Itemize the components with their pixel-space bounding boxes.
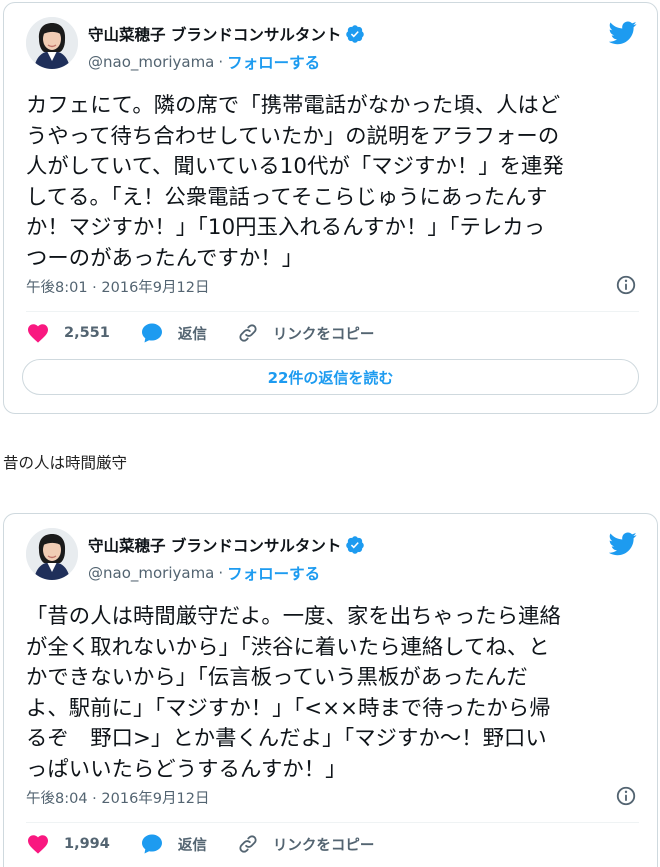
avatar[interactable]	[26, 17, 78, 69]
tweet-actions: 1,994 返信 リンクをコピー	[26, 832, 404, 856]
reply-button[interactable]: 返信	[140, 832, 207, 856]
link-icon	[239, 835, 257, 853]
verified-icon	[346, 536, 365, 554]
tweet-card: 守山菜穂子 ブランドコンサルタント @nao_moriyama · フォローする…	[3, 2, 658, 414]
caption-text: 昔の人は時間厳守	[3, 454, 128, 472]
author-name-row[interactable]: 守山菜穂子 ブランドコンサルタント	[88, 534, 365, 556]
author-name-row[interactable]: 守山菜穂子 ブランドコンサルタント	[88, 23, 365, 45]
copy-link-label: リンクをコピー	[272, 326, 375, 343]
divider	[26, 822, 639, 823]
tweet-card: 守山菜穂子 ブランドコンサルタント @nao_moriyama · フォローする…	[3, 513, 658, 867]
reply-button[interactable]: 返信	[140, 321, 207, 345]
display-name[interactable]: 守山菜穂子 ブランドコンサルタント	[88, 23, 341, 45]
display-name[interactable]: 守山菜穂子 ブランドコンサルタント	[88, 534, 341, 556]
reply-label: 返信	[177, 326, 207, 343]
reply-icon	[141, 834, 162, 854]
tweet-actions: 2,551 返信 リンクをコピー	[26, 321, 404, 345]
read-replies-label: 22件の返信を読む	[267, 368, 394, 387]
link-icon	[239, 324, 257, 342]
reply-icon	[141, 323, 162, 343]
like-button[interactable]: 1,994	[26, 832, 110, 856]
avatar-image	[26, 528, 78, 580]
divider	[26, 311, 639, 312]
author-handle[interactable]: @nao_moriyama	[88, 564, 214, 582]
tweet-text: カフェにて。隣の席で「携帯電話がなかった頃、人はど うやって待ち合わせしていたか…	[26, 93, 564, 271]
copy-link-button[interactable]: リンクをコピー	[237, 833, 375, 855]
follow-button[interactable]: フォローする	[227, 562, 320, 584]
bird-icon[interactable]	[609, 21, 637, 45]
reply-label: 返信	[177, 837, 207, 854]
separator: ·	[218, 564, 224, 582]
tweet-text: 「昔の人は時間厳守だよ。一度、家を出ちゃったら連絡 が全く取れないから」「渋谷に…	[26, 604, 561, 782]
handle-row: @nao_moriyama · フォローする	[88, 51, 320, 73]
avatar[interactable]	[26, 528, 78, 580]
heart-icon	[28, 835, 48, 854]
separator: ·	[218, 53, 224, 71]
tweet-timestamp[interactable]: 午後8:04 · 2016年9月12日	[26, 787, 209, 808]
like-button[interactable]: 2,551	[26, 321, 110, 345]
author-handle[interactable]: @nao_moriyama	[88, 53, 214, 71]
follow-button[interactable]: フォローする	[227, 51, 320, 73]
avatar-image	[26, 17, 78, 69]
read-replies-button[interactable]: 22件の返信を読む	[22, 359, 639, 395]
handle-row: @nao_moriyama · フォローする	[88, 562, 320, 584]
copy-link-button[interactable]: リンクをコピー	[237, 322, 375, 344]
tweet-timestamp[interactable]: 午後8:01 · 2016年9月12日	[26, 276, 209, 297]
bird-icon[interactable]	[609, 532, 637, 556]
like-count: 2,551	[64, 325, 110, 341]
verified-icon	[346, 25, 365, 43]
info-icon[interactable]	[615, 274, 637, 296]
heart-icon	[28, 324, 48, 343]
info-icon[interactable]	[615, 785, 637, 807]
copy-link-label: リンクをコピー	[272, 837, 375, 854]
like-count: 1,994	[64, 836, 110, 852]
